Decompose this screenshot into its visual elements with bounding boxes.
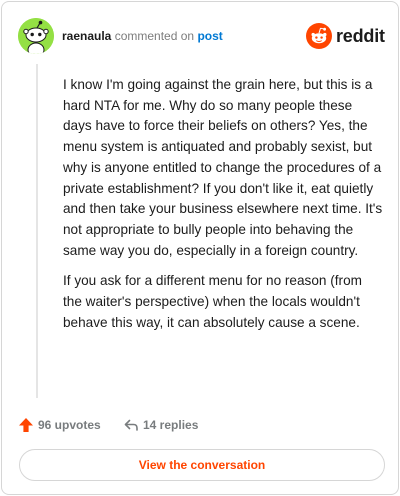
comment-card: raenaula commented on post reddit I know… [1,1,399,495]
replies-count: 14 replies [143,418,199,432]
reddit-brand[interactable]: reddit [306,23,385,49]
upvotes-count: 96 upvotes [38,418,101,432]
view-conversation-label: View the conversation [138,458,266,472]
comment-header: raenaula commented on post reddit [18,18,385,54]
upvote-arrow-icon [19,418,33,432]
replies-stat[interactable]: 14 replies [123,415,198,435]
comment-stats: 96 upvotes 14 replies [18,415,384,435]
reply-arrow-icon [124,419,138,431]
byline: raenaula commented on post [62,28,223,44]
comment-body: I know I'm going against the grain here,… [63,75,383,343]
snoo-avatar-icon[interactable] [18,18,54,54]
reddit-logo-icon [306,23,332,49]
post-link[interactable]: post [197,29,222,43]
thread-line [36,64,38,398]
comment-paragraph: I know I'm going against the grain here,… [63,77,383,258]
upvotes-stat[interactable]: 96 upvotes [18,415,101,435]
view-conversation-button[interactable]: View the conversation [19,449,385,481]
username-link[interactable]: raenaula [62,29,111,43]
comment-paragraph: If you ask for a different menu for no r… [63,273,362,330]
reddit-wordmark: reddit [336,26,385,46]
byline-verb: commented on [114,29,195,43]
